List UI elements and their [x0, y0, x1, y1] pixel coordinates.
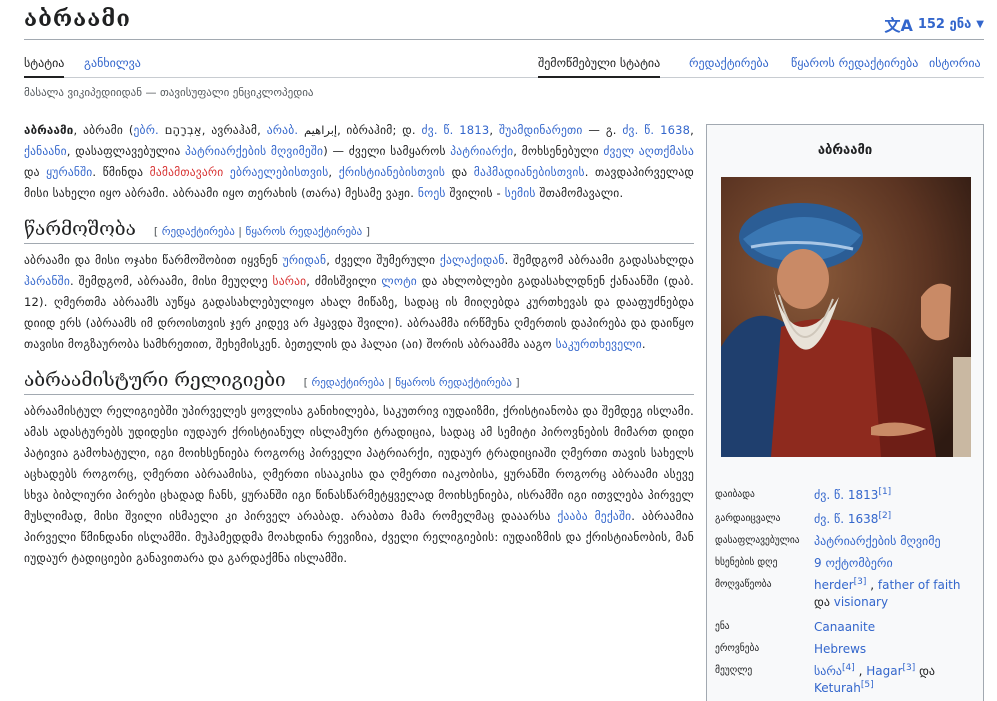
link-hebrew[interactable]: ებრ.	[134, 123, 159, 137]
occupation-visionary-link[interactable]: visionary	[834, 595, 888, 609]
subject-name: აბრაამი	[24, 123, 74, 137]
spouse-sarah-link[interactable]: სარა	[814, 664, 842, 678]
link-forefather[interactable]: მამამთავარი	[150, 165, 224, 179]
page-header: აბრაამი 文A 152 ენა ▼	[24, 0, 984, 40]
infobox-title: აბრაამი	[817, 143, 873, 158]
chevron-down-icon: ▼	[976, 18, 984, 30]
burial-link[interactable]: პატრიარქების მღვიმე	[814, 534, 941, 548]
tab-edit[interactable]: რედაქტირება	[689, 56, 769, 78]
link-ur[interactable]: ურიდან	[283, 253, 327, 267]
link-arabic[interactable]: არაბ.	[267, 123, 298, 137]
translate-icon: 文A	[884, 16, 913, 35]
infobox: აბრაამი დაიბადა ძვ. წ. 1813[1] გარდაიცვა…	[706, 124, 984, 701]
link-canaan[interactable]: ქანაანი	[24, 144, 67, 158]
intro-paragraph: აბრაამი, აბრამი (ებრ. אַבְרָהָם, ავრაჰამ…	[24, 123, 695, 200]
portrait-painting	[721, 177, 971, 457]
death-date-link[interactable]: ძვ. წ. 1638	[814, 512, 878, 526]
spouse-hagar-link[interactable]: Hagar	[866, 664, 902, 678]
religions-paragraph: აბრაამისტულ რელიგიებში უპირველეს ყოვლისა…	[24, 404, 694, 565]
section-edit-source-link[interactable]: წყაროს რედაქტირება	[246, 225, 363, 238]
link-christians[interactable]: ქრისტიანებისთვის	[339, 165, 445, 179]
occupation-herder-link[interactable]: herder	[814, 578, 854, 592]
page-tabs: სტატია განხილვა შემოწმებული სტატია რედაქ…	[24, 52, 984, 78]
citation-link[interactable]: [5]	[861, 680, 874, 690]
section-edit-links: [ რედაქტირება | წყაროს რედაქტირება ]	[153, 225, 370, 238]
site-tagline: მასალა ვიკიპედიიდან — თავისუფალი ენციკლო…	[24, 86, 314, 99]
link-sarai[interactable]: სარაი	[273, 274, 307, 288]
citation-link[interactable]: [4]	[842, 663, 855, 673]
link-patriarch[interactable]: პატრიარქი	[450, 144, 513, 158]
link-kaaba[interactable]: ქააბა	[557, 509, 587, 523]
link-1813[interactable]: 1813	[459, 123, 489, 137]
link-noah[interactable]: ნოეს	[418, 186, 446, 200]
link-quran[interactable]: ყურანში	[46, 165, 92, 179]
section-edit-link[interactable]: რედაქტირება	[162, 225, 235, 238]
page-title: აბრაამი	[24, 6, 131, 32]
citation-link[interactable]: [1]	[878, 487, 891, 497]
birth-date-link[interactable]: ძვ. წ. 1813	[814, 488, 878, 502]
citation-link[interactable]: [3]	[903, 663, 916, 673]
spouse-keturah-link[interactable]: Keturah	[814, 681, 861, 695]
tab-talk[interactable]: განხილვა	[84, 56, 141, 78]
section-heading-origin: წარმოშობა [ რედაქტირება | წყაროს რედაქტი…	[24, 218, 694, 244]
origin-paragraph: აბრაამი და მისი ოჯახი წარმოშობით იყვნენ …	[24, 253, 694, 351]
link-bc-2[interactable]: ძვ. წ.	[622, 123, 654, 137]
section-edit-source-link[interactable]: წყაროს რედაქტირება	[395, 376, 512, 389]
link-mecca[interactable]: მექაში	[595, 509, 632, 523]
link-old-testament[interactable]: ძველ აღთქმასა	[603, 144, 694, 158]
tab-edit-source[interactable]: წყაროს რედაქტირება	[791, 56, 918, 78]
link-muslims[interactable]: მაჰმადიანებისთვის	[474, 165, 585, 179]
portrait-image[interactable]	[721, 177, 971, 457]
section-edit-link[interactable]: რედაქტირება	[311, 376, 384, 389]
language-link[interactable]: Canaanite	[814, 620, 875, 634]
language-count: 152 ენა	[917, 16, 972, 32]
feast-day-link[interactable]: 9 ოქტომბერი	[814, 556, 893, 570]
link-1638[interactable]: 1638	[660, 123, 690, 137]
section-edit-links: [ რედაქტირება | წყაროს რედაქტირება ]	[303, 376, 520, 389]
tab-history[interactable]: ისტორია	[929, 56, 981, 78]
tab-reviewed-article[interactable]: შემოწმებული სტატია	[538, 56, 661, 78]
occupation-father-of-faith-link[interactable]: father of faith	[878, 578, 961, 592]
link-harran[interactable]: ჰარანში	[24, 274, 70, 288]
citation-link[interactable]: [3]	[854, 577, 867, 587]
ethnicity-link[interactable]: Hebrews	[814, 642, 866, 656]
article-body: აბრაამი, აბრამი (ებრ. אַבְרָהָם, ავრაჰამ…	[24, 120, 694, 569]
tab-article[interactable]: სტატია	[24, 56, 65, 78]
citation-link[interactable]: [2]	[878, 511, 891, 521]
link-bc[interactable]: ძვ. წ.	[422, 123, 454, 137]
link-cave-of-patriarchs[interactable]: პატრიარქების მღვიმეში	[185, 144, 323, 158]
link-mesopotamia[interactable]: შუამდინარეთი	[499, 123, 583, 137]
link-shem[interactable]: სემის	[505, 186, 536, 200]
section-heading-abrahamic-religions: აბრაამისტური რელიგიები [ რედაქტირება | წ…	[24, 369, 694, 395]
language-button[interactable]: 文A 152 ენა ▼	[884, 12, 984, 36]
link-city[interactable]: ქალაქიდან	[440, 253, 505, 267]
link-lot[interactable]: ლოტი	[381, 274, 417, 288]
link-jews[interactable]: ებრაელებისთვის	[230, 165, 328, 179]
link-altar[interactable]: საკურთხეველი	[556, 337, 642, 351]
